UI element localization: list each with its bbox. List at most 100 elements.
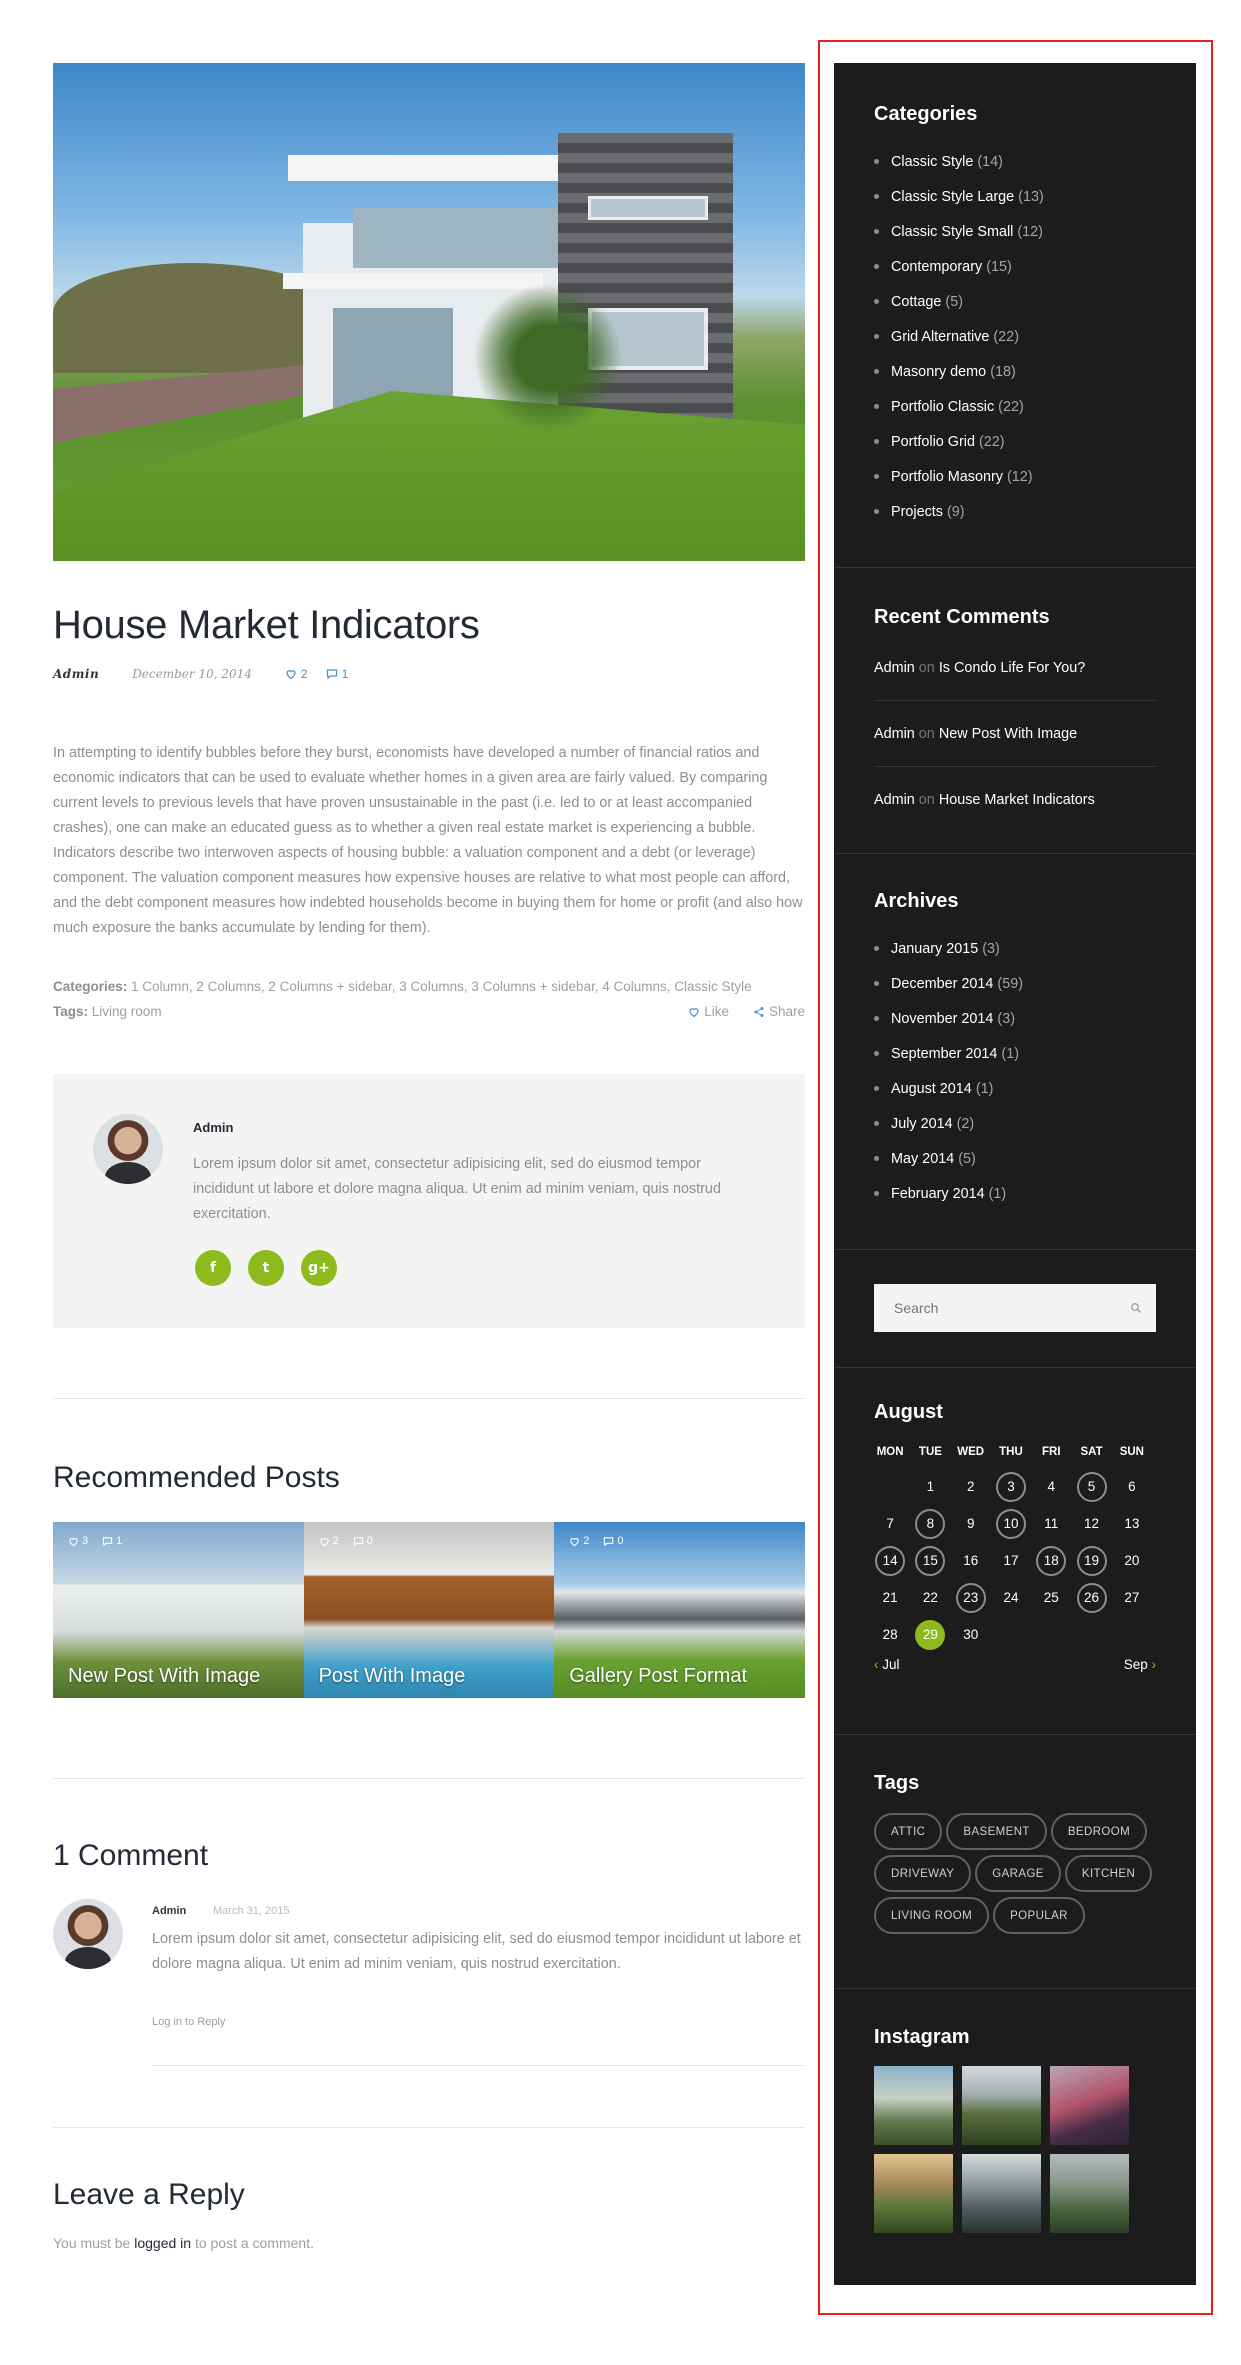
post-categories-label: Categories: — [53, 979, 128, 994]
recent-comment-post-link[interactable]: New Post With Image — [939, 726, 1077, 742]
instagram-photo[interactable] — [874, 2154, 953, 2233]
recommended-likes: 3 — [68, 1535, 88, 1547]
tag-pill[interactable]: LIVING ROOM — [874, 1897, 990, 1934]
archive-item[interactable]: July 2014 (2) — [874, 1106, 1156, 1141]
calendar-day[interactable]: 15 — [910, 1542, 950, 1579]
archive-item[interactable]: February 2014 (1) — [874, 1176, 1156, 1211]
calendar-widget: August MON TUE WED THU FRI SAT SUN 1 2 3 4 5 6 7 8 9 10… — [834, 1368, 1196, 1735]
calendar-day[interactable]: 5 — [1071, 1468, 1111, 1505]
tag-pill[interactable]: BEDROOM — [1050, 1813, 1148, 1850]
search-box — [874, 1284, 1156, 1332]
archive-item[interactable]: December 2014 (59) — [874, 966, 1156, 1001]
calendar-day[interactable]: 26 — [1071, 1579, 1111, 1616]
tag-pill[interactable]: BASEMENT — [946, 1813, 1047, 1850]
recommended-post[interactable]: 2 0 Post With Image — [303, 1522, 555, 1698]
tag-pill[interactable]: ATTIC — [874, 1813, 943, 1850]
category-item[interactable]: Portfolio Classic (22) — [874, 389, 1156, 424]
archive-item[interactable]: November 2014 (3) — [874, 1001, 1156, 1036]
recommended-post[interactable]: 3 1 New Post With Image — [53, 1522, 304, 1698]
recommended-title[interactable]: Gallery Post Format — [569, 1665, 747, 1688]
category-label: Cottage — [891, 293, 942, 310]
category-item[interactable]: Contemporary (15) — [874, 249, 1156, 284]
archive-item[interactable]: May 2014 (5) — [874, 1141, 1156, 1176]
post-author[interactable]: Admin — [53, 667, 99, 681]
calendar-day[interactable]: 8 — [910, 1505, 950, 1542]
recent-comment-post-link[interactable]: Is Condo Life For You? — [939, 660, 1085, 676]
tag-pill[interactable]: KITCHEN — [1064, 1855, 1153, 1892]
calendar-day[interactable]: 14 — [870, 1542, 910, 1579]
search-icon[interactable] — [1130, 1302, 1142, 1314]
category-item[interactable]: Masonry demo (18) — [874, 354, 1156, 389]
comment-reply-link[interactable]: Log in to Reply — [152, 2016, 225, 2028]
category-item[interactable]: Projects (9) — [874, 494, 1156, 529]
calendar-day: 1 — [926, 1479, 935, 1494]
calendar-day: 25 — [1043, 1590, 1059, 1605]
comment-date[interactable]: March 31, 2015 — [213, 1905, 289, 1917]
heart-icon — [689, 1007, 699, 1017]
recent-comment-author[interactable]: Admin — [874, 726, 915, 742]
bullet-icon — [874, 1156, 879, 1161]
calendar-day[interactable]: 19 — [1071, 1542, 1111, 1579]
recommended-title[interactable]: Post With Image — [319, 1665, 466, 1688]
tag-pill[interactable]: DRIVEWAY — [874, 1855, 972, 1892]
instagram-photo[interactable] — [1050, 2066, 1129, 2145]
share-button[interactable]: Share — [753, 1004, 805, 1019]
category-count: (22) — [998, 398, 1024, 415]
calendar-table: MON TUE WED THU FRI SAT SUN 1 2 3 4 5 6 7 8 9 10 11 12 13 1… — [870, 1436, 1152, 1653]
calendar-day[interactable]: 18 — [1031, 1542, 1071, 1579]
archive-item[interactable]: August 2014 (1) — [874, 1071, 1156, 1106]
recommended-title[interactable]: New Post With Image — [68, 1665, 260, 1688]
bullet-icon — [874, 1121, 879, 1126]
bullet-icon — [874, 369, 879, 374]
recent-comments-title: Recent Comments — [874, 606, 1050, 628]
archive-item[interactable]: September 2014 (1) — [874, 1036, 1156, 1071]
category-item[interactable]: Classic Style Large (13) — [874, 179, 1156, 214]
category-item[interactable]: Grid Alternative (22) — [874, 319, 1156, 354]
post-comments[interactable]: 1 — [326, 667, 348, 681]
category-item[interactable]: Cottage (5) — [874, 284, 1156, 319]
calendar-day[interactable]: 23 — [951, 1579, 991, 1616]
recent-comment-post-link[interactable]: House Market Indicators — [939, 792, 1095, 808]
post-featured-image[interactable] — [53, 63, 805, 561]
archive-label: August 2014 — [891, 1080, 972, 1097]
recent-comment-on: on — [918, 725, 935, 742]
google-plus-icon[interactable]: g+ — [301, 1250, 337, 1286]
instagram-photo[interactable] — [1050, 2154, 1129, 2233]
post-likes[interactable]: 2 — [285, 667, 308, 681]
post-title: House Market Indicators — [53, 603, 480, 647]
category-item[interactable]: Classic Style (14) — [874, 144, 1156, 179]
archive-item[interactable]: January 2015 (3) — [874, 931, 1156, 966]
instagram-photo[interactable] — [962, 2066, 1041, 2145]
like-button[interactable]: Like — [688, 1004, 729, 1019]
category-item[interactable]: Classic Style Small (12) — [874, 214, 1156, 249]
author-name[interactable]: Admin — [193, 1120, 233, 1135]
recent-comment-author[interactable]: Admin — [874, 792, 915, 808]
calendar-weekday: SAT — [1080, 1446, 1103, 1458]
calendar-prev[interactable]: ‹ Jul — [874, 1657, 900, 1672]
post-tag-link[interactable]: Living room — [92, 1004, 162, 1019]
calendar-next[interactable]: Sep › — [1124, 1657, 1156, 1672]
bullet-icon — [874, 404, 879, 409]
recommended-post[interactable]: 2 0 Gallery Post Format — [554, 1522, 805, 1698]
category-item[interactable]: Portfolio Grid (22) — [874, 424, 1156, 459]
category-count: (13) — [1018, 188, 1044, 205]
post-categories-links[interactable]: 1 Column, 2 Columns, 2 Columns + sidebar… — [131, 979, 752, 994]
comment-avatar — [53, 1899, 123, 1969]
archive-count: (1) — [1001, 1045, 1019, 1062]
recent-comment-author[interactable]: Admin — [874, 660, 915, 676]
instagram-photo[interactable] — [962, 2154, 1041, 2233]
tag-pill[interactable]: GARAGE — [975, 1855, 1061, 1892]
calendar-day — [1112, 1616, 1152, 1653]
calendar-day[interactable]: 10 — [991, 1505, 1031, 1542]
instagram-photo[interactable] — [874, 2066, 953, 2145]
category-item[interactable]: Portfolio Masonry (12) — [874, 459, 1156, 494]
post-date[interactable]: December 10, 2014 — [132, 667, 252, 681]
author-avatar — [93, 1114, 163, 1184]
facebook-icon[interactable]: f — [195, 1250, 231, 1286]
search-input[interactable] — [894, 1300, 1094, 1316]
twitter-icon[interactable]: t — [248, 1250, 284, 1286]
calendar-day[interactable]: 3 — [991, 1468, 1031, 1505]
comment-author[interactable]: Admin — [152, 1905, 186, 1917]
tag-pill[interactable]: POPULAR — [993, 1897, 1085, 1934]
login-link[interactable]: logged in — [134, 2235, 191, 2251]
